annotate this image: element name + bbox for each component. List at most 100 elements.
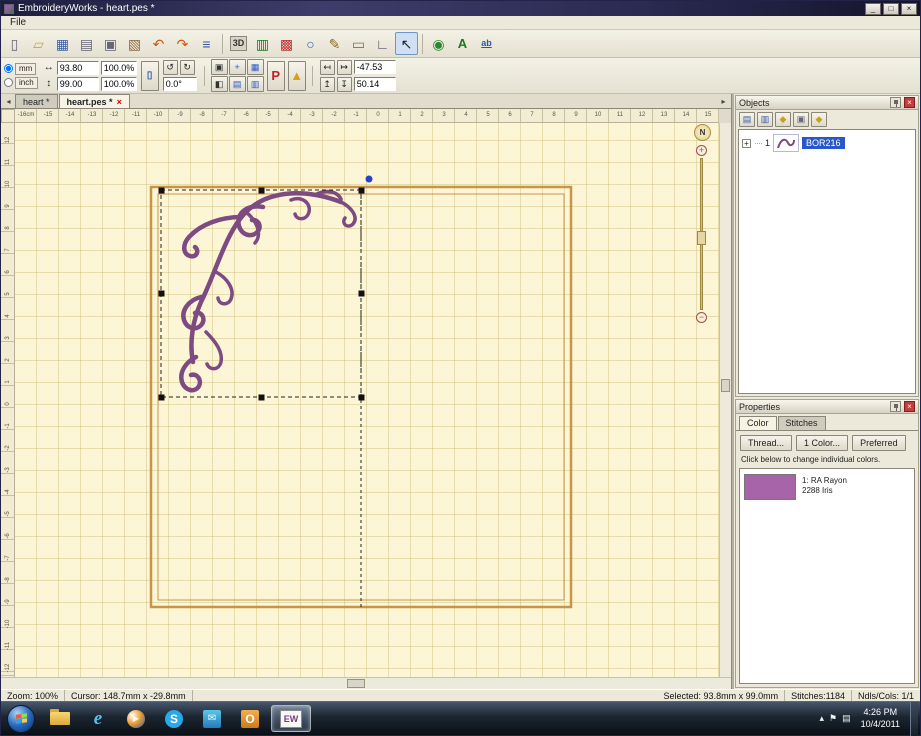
show-desktop-button[interactable] [910, 702, 918, 736]
grid-toggle[interactable]: ▦ [247, 59, 264, 75]
print-icon[interactable]: ▤ [75, 32, 98, 55]
tree-expander-icon[interactable]: + [742, 139, 751, 148]
embroideryworks-taskbar-button[interactable]: EW [271, 705, 311, 732]
lock-icon[interactable]: ◆ [775, 112, 791, 127]
rotation-input[interactable] [163, 77, 197, 91]
select-arrow-icon[interactable]: ↖ [395, 32, 418, 55]
unit-inch-radio[interactable]: inch [4, 77, 38, 89]
library-icon[interactable]: ab [475, 32, 498, 55]
pin-icon[interactable] [890, 401, 901, 412]
horizontal-scrollbar-thumb[interactable] [347, 679, 365, 688]
one-color-button[interactable]: 1 Color... [796, 435, 848, 451]
outlook-taskbar-button[interactable]: O [233, 705, 267, 732]
zoom-in-icon[interactable]: + [696, 145, 707, 156]
center-design-toggle[interactable]: + [229, 59, 246, 75]
hoop-icon[interactable]: ▭ [347, 32, 370, 55]
embroidery-design[interactable] [181, 192, 355, 391]
thread-button[interactable]: Thread... [740, 435, 792, 451]
mail-taskbar-button[interactable]: ✉ [195, 705, 229, 732]
tab-heart-pes[interactable]: heart.pes * × [59, 94, 130, 108]
group-icon[interactable]: ▥ [757, 112, 773, 127]
tray-flag-icon[interactable]: ⚑ [829, 713, 837, 724]
media-player-taskbar-button[interactable]: ▶ [119, 705, 153, 732]
tab-heart[interactable]: heart * [15, 94, 58, 108]
preferred-button[interactable]: Preferred [852, 435, 906, 451]
tab-color[interactable]: Color [739, 416, 777, 430]
thread-color-swatch[interactable] [744, 474, 796, 500]
move-up-button[interactable]: ↥ [320, 77, 335, 92]
rotation-handle[interactable] [366, 176, 373, 183]
palette-icon[interactable]: ▩ [275, 32, 298, 55]
width-scale-input[interactable] [101, 61, 137, 75]
copy-icon[interactable]: ▣ [99, 32, 122, 55]
panel-close-icon[interactable]: × [904, 401, 915, 412]
show-order-icon[interactable]: ▤ [739, 112, 755, 127]
internet-explorer-taskbar-button[interactable]: e [81, 705, 115, 732]
unlock-icon[interactable]: ◆ [811, 112, 827, 127]
object-row-1[interactable]: + ···· 1 BOR216 [739, 130, 915, 156]
tab-scroll-right-button[interactable]: ▸ [717, 95, 730, 108]
horizontal-scrollbar[interactable] [1, 677, 731, 689]
view-3d-button[interactable]: 3D [227, 32, 250, 55]
redo-icon[interactable]: ↷ [171, 32, 194, 55]
unit-mm-input[interactable] [4, 64, 13, 73]
rotate-left-button[interactable]: ↺ [163, 60, 178, 75]
start-button[interactable] [7, 705, 35, 733]
vertical-scrollbar[interactable] [719, 123, 731, 677]
color-row-1[interactable]: 1: RA Rayon 2288 Iris [744, 474, 910, 500]
sequence-icon[interactable]: ≡ [195, 32, 218, 55]
zoom-slider[interactable]: + − [696, 145, 707, 323]
skype-taskbar-button[interactable]: S [157, 705, 191, 732]
zoom-slider-track[interactable] [700, 158, 703, 310]
rotate-right-button[interactable]: ↻ [180, 60, 195, 75]
lettering-icon[interactable]: A [451, 32, 474, 55]
close-button[interactable]: × [901, 3, 917, 15]
taskbar-clock[interactable]: 4:26 PM 10/4/2011 [856, 707, 905, 730]
tab-stitches[interactable]: Stitches [778, 416, 826, 430]
move-down-button[interactable]: ↧ [337, 77, 352, 92]
move-right-button[interactable]: ↦ [337, 60, 352, 75]
height-input[interactable] [57, 77, 99, 91]
ruler-toggle[interactable]: ▥ [247, 76, 264, 92]
open-icon[interactable]: ▱ [27, 32, 50, 55]
black-white-toggle[interactable]: ▣ [211, 59, 228, 75]
align-icon[interactable]: ∟ [371, 32, 394, 55]
move-left-button[interactable]: ↤ [320, 60, 335, 75]
tab-scroll-left-button[interactable]: ◂ [2, 95, 15, 108]
contrast-toggle[interactable]: ◧ [211, 76, 228, 92]
explorer-taskbar-button[interactable] [43, 705, 77, 732]
minimize-button[interactable]: _ [865, 3, 881, 15]
tray-network-icon[interactable]: ▤ [842, 713, 851, 724]
slow-draw-toggle[interactable]: ▲ [288, 61, 306, 91]
save-icon[interactable]: ▦ [51, 32, 74, 55]
hoop-view-toggle[interactable]: ▤ [229, 76, 246, 92]
zoom-out-icon[interactable]: − [696, 312, 707, 323]
unit-inch-input[interactable] [4, 78, 13, 87]
new-document-icon[interactable]: ▯ [3, 32, 26, 55]
width-input[interactable] [57, 61, 99, 75]
color-bars-icon[interactable]: ▥ [251, 32, 274, 55]
x-position-input[interactable] [354, 60, 396, 74]
pin-icon[interactable] [890, 97, 901, 108]
zoom-icon[interactable]: ○ [299, 32, 322, 55]
measure-icon[interactable]: ✎ [323, 32, 346, 55]
aspect-lock-button[interactable]: ▯ [141, 61, 159, 91]
undo-icon[interactable]: ↶ [147, 32, 170, 55]
height-scale-input[interactable] [101, 77, 137, 91]
design-center-icon[interactable]: ◉ [427, 32, 450, 55]
paste-icon[interactable]: ▧ [123, 32, 146, 55]
zoom-slider-thumb[interactable] [697, 231, 706, 245]
image-icon[interactable]: ▣ [793, 112, 809, 127]
selection-handles[interactable] [159, 188, 365, 401]
jump-stitch-toggle[interactable]: P [267, 61, 285, 91]
panel-close-icon[interactable]: × [904, 97, 915, 108]
menu-file[interactable]: File [6, 17, 30, 28]
unit-mm-radio[interactable]: mm [4, 63, 38, 75]
vertical-scrollbar-thumb[interactable] [721, 379, 730, 392]
tab-close-icon[interactable]: × [117, 97, 122, 107]
object-label[interactable]: BOR216 [802, 137, 845, 149]
maximize-button[interactable]: □ [883, 3, 899, 15]
hidden-icons-button[interactable]: ▴ [820, 713, 825, 724]
design-canvas[interactable]: N + − [15, 123, 719, 677]
y-position-input[interactable] [354, 77, 396, 91]
